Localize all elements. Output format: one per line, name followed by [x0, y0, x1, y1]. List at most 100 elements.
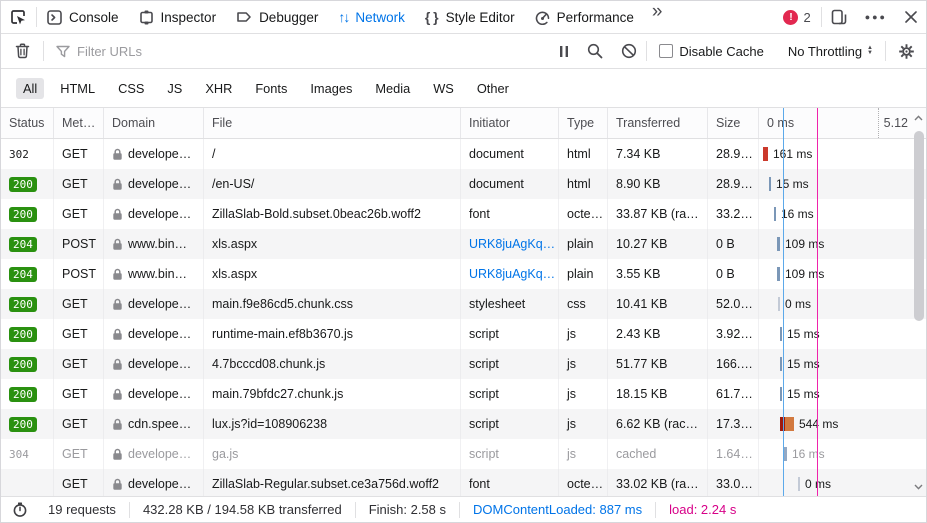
error-count-button[interactable]: ! 2 — [773, 1, 820, 33]
column-header-file[interactable]: File — [204, 108, 461, 138]
type-cell: js — [559, 379, 608, 409]
search-button[interactable] — [578, 43, 612, 59]
more-tabs-glyph: » — [652, 1, 663, 22]
lock-icon — [112, 208, 123, 221]
request-row[interactable]: 200 GET develope… 4.7bcccd08.chunk.js sc… — [1, 349, 926, 379]
responsive-design-button[interactable] — [822, 1, 856, 33]
scroll-down-button[interactable] — [914, 480, 923, 494]
initiator-cell: script — [461, 319, 559, 349]
filter-pill-all[interactable]: All — [16, 78, 44, 99]
type-cell: css — [559, 289, 608, 319]
filter-pill-html[interactable]: HTML — [53, 78, 102, 99]
request-row[interactable]: 302 GET develope… / document html 7.34 K… — [1, 139, 926, 169]
method-cell: GET — [54, 199, 104, 229]
request-row[interactable]: 200 GET develope… main.f9e86cd5.chunk.cs… — [1, 289, 926, 319]
waterfall-time-label: 15 ms — [787, 357, 820, 371]
throttling-select[interactable]: No Throttling ▲▼ — [776, 44, 885, 59]
size-cell: 0 B — [708, 229, 759, 259]
request-row[interactable]: 200 GET develope… main.79bfdc27.chunk.js… — [1, 379, 926, 409]
column-header-domain[interactable]: Domain — [104, 108, 204, 138]
column-header-initiator[interactable]: Initiator — [461, 108, 559, 138]
transferred-summary: 432.28 KB / 194.58 KB transferred — [130, 502, 355, 517]
initiator-cell: script — [461, 409, 559, 439]
type-cell: html — [559, 139, 608, 169]
block-request-button[interactable] — [612, 43, 646, 59]
waterfall-time-label: 0 ms — [785, 297, 811, 311]
tab-style-editor[interactable]: { } Style Editor — [415, 1, 525, 33]
waterfall-end-label: 5.12 — [878, 108, 908, 138]
filter-pill-fonts[interactable]: Fonts — [248, 78, 294, 99]
initiator-cell: font — [461, 469, 559, 496]
column-header-transferred[interactable]: Transferred — [608, 108, 708, 138]
request-row[interactable]: 204 POST www.bin… xls.aspx URK8juAgKq… p… — [1, 259, 926, 289]
tab-debugger[interactable]: Debugger — [226, 1, 328, 33]
request-row[interactable]: GET develope… ZillaSlab-Regular.subset.c… — [1, 469, 926, 496]
scrollbar-thumb[interactable] — [914, 131, 924, 321]
disable-cache-label: Disable Cache — [679, 44, 764, 59]
initiator-cell: script — [461, 349, 559, 379]
scrollbar-track[interactable] — [912, 125, 925, 480]
close-devtools-button[interactable] — [896, 1, 926, 33]
filter-pill-other[interactable]: Other — [470, 78, 516, 99]
load-time: load: 2.24 s — [656, 502, 749, 517]
devtools-menu-button[interactable]: ●●● — [856, 1, 896, 33]
domain-text: develope… — [128, 147, 191, 161]
filter-pill-xhr[interactable]: XHR — [198, 78, 239, 99]
tab-network[interactable]: ↑↓ Network — [328, 1, 415, 33]
network-settings-button[interactable] — [886, 43, 926, 60]
column-header-waterfall[interactable]: 0 ms 5.12 — [759, 108, 926, 138]
status-code: 302 — [9, 148, 29, 161]
domain-cell: develope… — [104, 139, 204, 169]
column-header-type[interactable]: Type — [559, 108, 608, 138]
transferred-cell: 33.87 KB (ra… — [608, 199, 708, 229]
performance-analysis-button[interactable] — [1, 502, 35, 517]
filter-pill-ws[interactable]: WS — [426, 78, 461, 99]
inspector-icon — [139, 10, 154, 25]
method-cell: POST — [54, 259, 104, 289]
scroll-up-button[interactable] — [914, 111, 923, 125]
select-arrows-icon: ▲▼ — [867, 46, 873, 56]
status-cell: 200 — [1, 169, 54, 199]
initiator-text[interactable]: URK8juAgKq… — [469, 267, 555, 281]
initiator-cell: URK8juAgKq… — [461, 229, 559, 259]
filter-url-wrap — [44, 44, 550, 59]
type-cell: plain — [559, 259, 608, 289]
tab-inspector[interactable]: Inspector — [129, 1, 227, 33]
column-header-size[interactable]: Size — [708, 108, 759, 138]
tab-performance[interactable]: Performance — [525, 1, 644, 33]
waterfall-time-label: 16 ms — [781, 207, 814, 221]
request-row[interactable]: 204 POST www.bin… xls.aspx URK8juAgKq… p… — [1, 229, 926, 259]
request-row[interactable]: 200 GET develope… /en-US/ document html … — [1, 169, 926, 199]
initiator-cell: document — [461, 139, 559, 169]
clear-requests-button[interactable] — [1, 43, 43, 59]
filter-pill-css[interactable]: CSS — [111, 78, 151, 99]
request-row[interactable]: 304 GET develope… ga.js script js cached… — [1, 439, 926, 469]
initiator-text[interactable]: URK8juAgKq… — [469, 237, 555, 251]
filter-pill-images[interactable]: Images — [303, 78, 359, 99]
tab-console[interactable]: Console — [37, 1, 129, 33]
waterfall-bar-segment — [777, 237, 780, 251]
waterfall-cell: 15 ms — [759, 319, 926, 349]
column-header-status[interactable]: Status — [1, 108, 54, 138]
pick-element-button[interactable] — [1, 1, 36, 33]
filter-pill-media[interactable]: Media — [368, 78, 417, 99]
disable-cache-checkbox[interactable] — [659, 44, 673, 58]
size-cell: 0 B — [708, 259, 759, 289]
type-cell: js — [559, 319, 608, 349]
waterfall-time-label: 161 ms — [773, 147, 812, 161]
column-header-method[interactable]: Met… — [54, 108, 104, 138]
tab-label: Console — [69, 10, 119, 25]
pause-traffic-button[interactable] — [550, 45, 578, 58]
search-icon — [587, 43, 603, 59]
file-cell: xls.aspx — [204, 259, 461, 289]
domain-text: develope… — [128, 297, 191, 311]
filter-urls-input[interactable] — [77, 44, 550, 59]
status-cell: 204 — [1, 259, 54, 289]
filter-pill-js[interactable]: JS — [160, 78, 189, 99]
transferred-cell: 10.27 KB — [608, 229, 708, 259]
more-tabs-button[interactable]: » — [644, 1, 671, 33]
request-row[interactable]: 200 GET develope… ZillaSlab-Bold.subset.… — [1, 199, 926, 229]
request-row[interactable]: 200 GET cdn.spee… lux.js?id=108906238 sc… — [1, 409, 926, 439]
request-row[interactable]: 200 GET develope… runtime-main.ef8b3670.… — [1, 319, 926, 349]
initiator-cell: document — [461, 169, 559, 199]
